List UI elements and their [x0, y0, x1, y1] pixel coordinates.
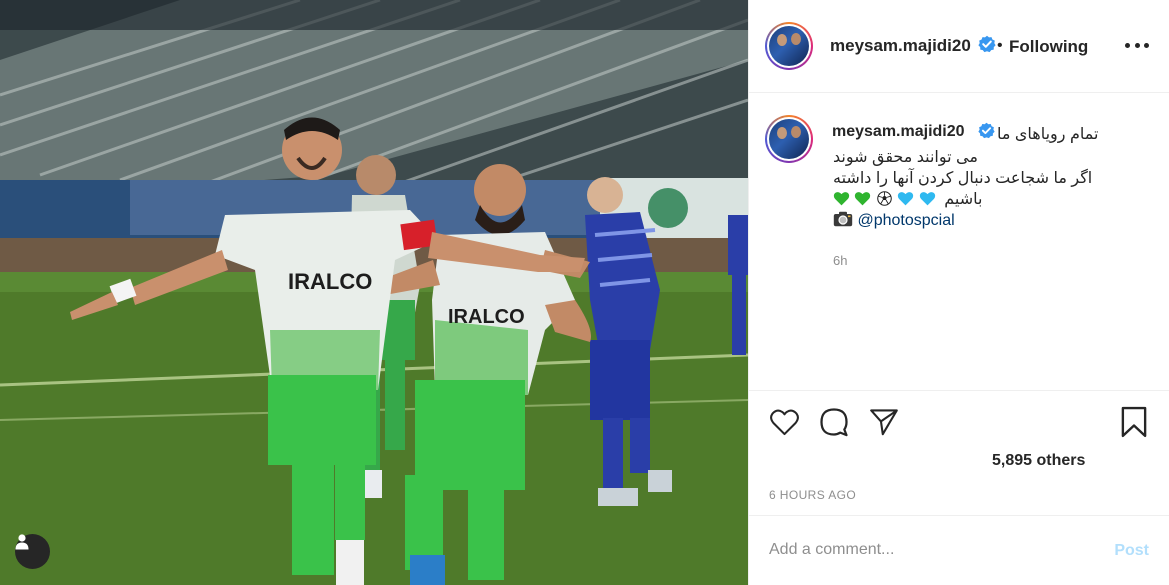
blue-heart-icon [898, 192, 914, 206]
jersey-text-left: IRALCO [288, 269, 372, 294]
caption-section: meysam.majidi20 تمام رویاهای ما می توانن… [749, 93, 1169, 390]
mention-link[interactable]: @photospcial [857, 212, 954, 229]
caption-line-2: می توانند محقق شوند [833, 149, 978, 166]
caption-time[interactable]: 6h [833, 253, 847, 268]
caption-line-4-text: باشیم [944, 191, 983, 208]
share-icon [870, 409, 898, 436]
user-tag-icon [15, 534, 29, 550]
post-timestamp[interactable]: 6 HOURS AGO [769, 488, 856, 502]
comment-box: Post [749, 515, 1169, 585]
photo-scene: IRALCO IRALCO [0, 0, 748, 585]
like-button[interactable] [767, 405, 801, 439]
bookmark-icon [1121, 406, 1147, 438]
likes-count[interactable]: 5,895 others [992, 452, 1085, 470]
post-header: meysam.majidi20 • Following [749, 0, 1169, 93]
caption-mention-line: @photospcial [833, 211, 955, 230]
tagged-users-button[interactable] [15, 534, 50, 569]
save-button[interactable] [1117, 405, 1151, 439]
heart-icon [769, 409, 799, 436]
post-side-panel: meysam.majidi20 • Following meysam.majid… [748, 0, 1169, 585]
caption-line-1: تمام رویاهای ما [997, 126, 1099, 143]
green-heart-icon [855, 192, 871, 206]
soccer-ball-icon [877, 191, 892, 206]
comment-button[interactable] [817, 405, 851, 439]
green-heart-icon [833, 192, 850, 206]
post-actions: 5,895 others 6 HOURS AGO [749, 390, 1169, 515]
comment-input[interactable] [769, 538, 1079, 562]
jersey-text-right: IRALCO [448, 306, 525, 328]
comment-icon [820, 408, 848, 437]
post-comment-button[interactable]: Post [1114, 542, 1149, 560]
caption-line-3: اگر ما شجاعت دنبال کردن آنها را داشته [833, 170, 1093, 187]
caption-line-4: باشیم [833, 189, 982, 209]
header-username[interactable]: meysam.majidi20 [830, 36, 971, 56]
share-button[interactable] [867, 405, 901, 439]
blue-heart-icon [919, 192, 935, 206]
following-button[interactable]: Following [1009, 37, 1088, 57]
camera-icon [833, 211, 853, 227]
header-separator: • [997, 37, 1003, 54]
post-photo[interactable]: IRALCO IRALCO [0, 0, 748, 585]
avatar[interactable] [765, 22, 813, 70]
caption-username[interactable]: meysam.majidi20 [832, 123, 965, 141]
verified-badge-icon [978, 35, 996, 53]
more-options-icon[interactable] [1125, 36, 1149, 54]
caption-avatar[interactable] [765, 115, 813, 163]
verified-badge-icon [978, 122, 995, 139]
